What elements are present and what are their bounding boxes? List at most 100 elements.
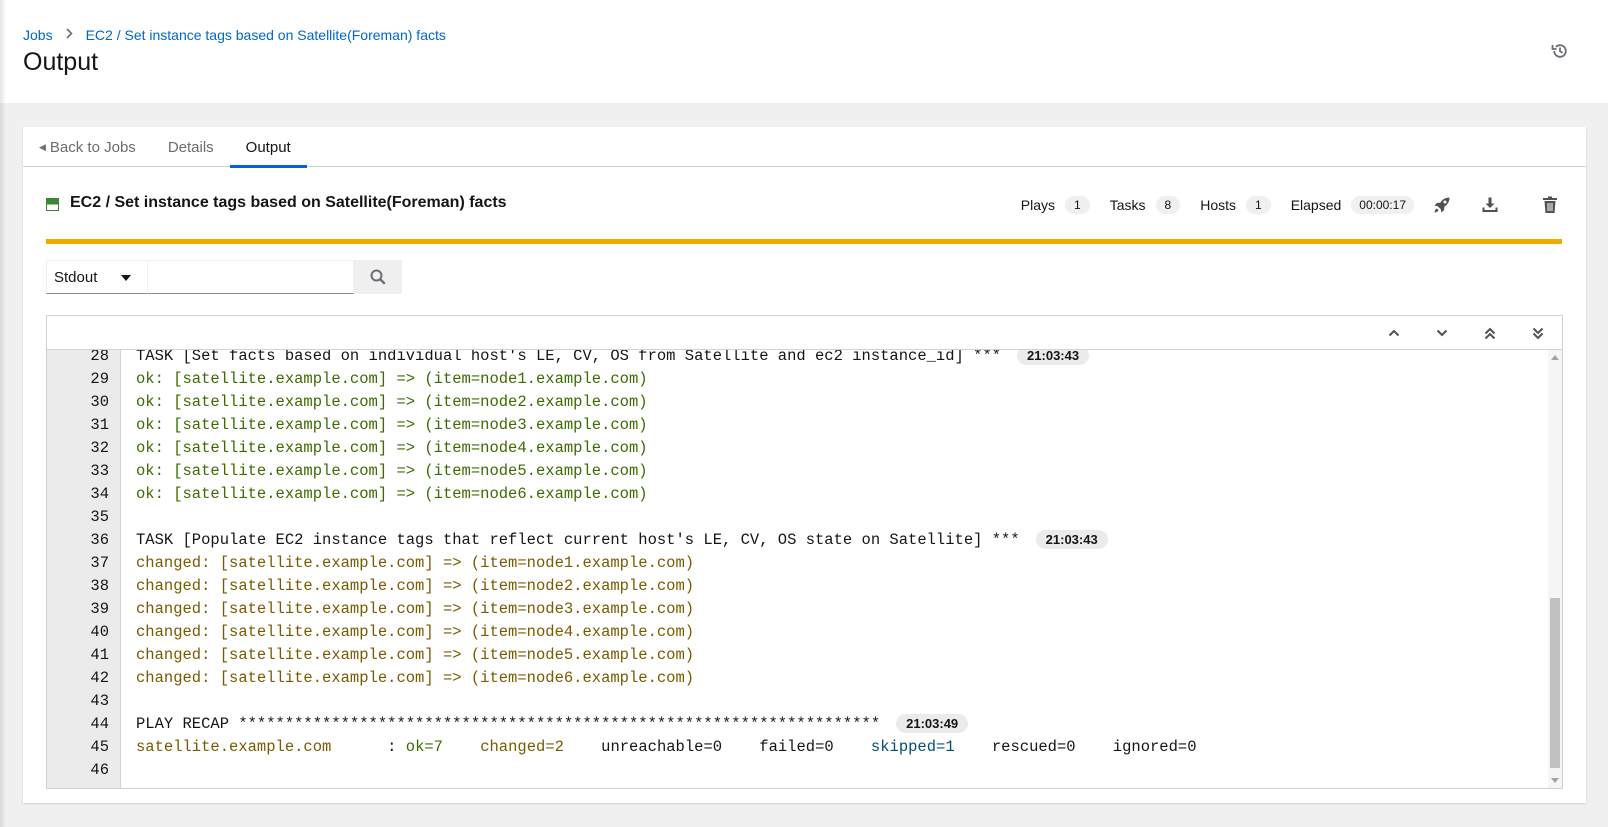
output-line: 39 changed: [satellite.example.com] => (i… <box>47 598 1547 621</box>
tab-bar: ◀ Back to Jobs Details Output <box>23 127 1586 168</box>
recap-skipped: skipped=1 <box>870 738 955 756</box>
plays-count-badge: 1 <box>1065 196 1090 214</box>
line-text: ok: [satellite.example.com] => (item=nod… <box>121 483 648 506</box>
search-input[interactable] <box>148 260 354 294</box>
ok-text: ok: [satellite.example.com] => (item=nod… <box>136 439 648 457</box>
line-number: 45 <box>90 738 109 756</box>
job-output: 28 TASK [Set facts based on individual ho… <box>46 315 1563 789</box>
output-line: 36 TASK [Populate EC2 instance tags that … <box>47 529 1547 552</box>
line-text: ok: [satellite.example.com] => (item=nod… <box>121 368 648 391</box>
angle-double-down-icon[interactable] <box>1514 316 1562 350</box>
output-line: 37 changed: [satellite.example.com] => (i… <box>47 552 1547 575</box>
angle-double-up-icon[interactable] <box>1466 316 1514 350</box>
output-line: 31 ok: [satellite.example.com] => (item=n… <box>47 414 1547 437</box>
line-number: 42 <box>90 669 109 687</box>
breadcrumb-separator-icon <box>66 28 73 42</box>
scroll-down-arrow-icon[interactable] <box>1551 778 1559 783</box>
output-filter: Stdout <box>46 260 402 294</box>
search-button[interactable] <box>354 260 402 294</box>
scrollbar-thumb[interactable] <box>1550 598 1560 768</box>
angle-down-icon[interactable] <box>1418 316 1466 350</box>
recap-ok: ok=7 <box>405 738 443 756</box>
tasks-label: Tasks <box>1109 197 1146 213</box>
line-number: 33 <box>90 462 109 480</box>
timestamp-badge: 21:03:43 <box>1017 350 1090 366</box>
tab-details[interactable]: Details <box>152 127 230 167</box>
line-text: satellite.example.com : ok=7 changed=2 u… <box>121 736 1197 759</box>
line-text: TASK [Populate EC2 instance tags that re… <box>121 529 1108 552</box>
task-text: TASK [Set facts based on individual host… <box>136 350 1002 365</box>
recap-rescued: rescued=0 <box>991 738 1076 756</box>
line-number: 36 <box>90 531 109 549</box>
changed-text: changed: [satellite.example.com] => (ite… <box>136 623 695 641</box>
line-number: 44 <box>90 715 109 733</box>
timestamp-badge: 21:03:49 <box>896 714 969 734</box>
output-line: 43 <box>47 690 1547 713</box>
output-toolbar <box>47 316 1562 350</box>
job-stats: Plays 1 Tasks 8 Hosts 1 Elapsed 00:00:17 <box>1021 190 1562 220</box>
line-number: 29 <box>90 370 109 388</box>
angle-up-icon[interactable] <box>1370 316 1418 350</box>
line-number: 38 <box>90 577 109 595</box>
output-line: 29 ok: [satellite.example.com] => (item=n… <box>47 368 1547 391</box>
line-number: 30 <box>90 393 109 411</box>
changed-text: changed: [satellite.example.com] => (ite… <box>136 554 695 572</box>
tasks-count-badge: 8 <box>1155 196 1181 214</box>
hosts-label: Hosts <box>1200 197 1236 213</box>
changed-text: changed: [satellite.example.com] => (ite… <box>136 646 695 664</box>
line-number: 35 <box>90 508 109 526</box>
download-icon[interactable] <box>1478 193 1502 217</box>
delete-trash-icon[interactable] <box>1538 193 1562 217</box>
stdout-select[interactable]: Stdout <box>46 260 148 294</box>
history-icon[interactable] <box>1548 39 1572 63</box>
tab-back-to-jobs[interactable]: ◀ Back to Jobs <box>23 127 152 167</box>
tab-output[interactable]: Output <box>229 127 307 168</box>
line-text <box>121 506 136 529</box>
search-icon <box>370 269 386 285</box>
line-number: 32 <box>90 439 109 457</box>
changed-text: changed: [satellite.example.com] => (ite… <box>136 577 695 595</box>
line-text: changed: [satellite.example.com] => (ite… <box>121 644 694 667</box>
line-text: TASK [Set facts based on individual host… <box>121 350 1090 368</box>
select-value: Stdout <box>54 268 98 286</box>
output-line: 33 ok: [satellite.example.com] => (item=n… <box>47 460 1547 483</box>
line-number: 41 <box>90 646 109 664</box>
job-progress-bar <box>46 239 1562 244</box>
line-number: 37 <box>90 554 109 572</box>
output-body: 28 TASK [Set facts based on individual ho… <box>47 350 1562 788</box>
scroll-up-arrow-icon[interactable] <box>1551 355 1559 360</box>
output-line: 32 ok: [satellite.example.com] => (item=n… <box>47 437 1547 460</box>
output-line: 40 changed: [satellite.example.com] => (i… <box>47 621 1547 644</box>
output-line: 42 changed: [satellite.example.com] => (i… <box>47 667 1547 690</box>
elapsed-label: Elapsed <box>1290 197 1342 213</box>
page-header: Jobs EC2 / Set instance tags based on Sa… <box>0 0 1608 103</box>
line-text: changed: [satellite.example.com] => (ite… <box>121 667 694 690</box>
output-line: 38 changed: [satellite.example.com] => (i… <box>47 575 1547 598</box>
output-line: 44 PLAY RECAP ***************************… <box>47 713 1547 736</box>
output-nav <box>1370 316 1562 350</box>
elapsed-time-badge: 00:00:17 <box>1351 196 1414 214</box>
relaunch-rocket-icon[interactable] <box>1430 193 1454 217</box>
output-line: 45 satellite.example.com : ok=7 changed=2… <box>47 736 1547 759</box>
changed-text: changed: [satellite.example.com] => (ite… <box>136 600 695 618</box>
page-title: Output <box>23 48 99 76</box>
line-text: changed: [satellite.example.com] => (ite… <box>121 552 694 575</box>
output-line: 41 changed: [satellite.example.com] => (i… <box>47 644 1547 667</box>
plays-label: Plays <box>1020 197 1056 213</box>
breadcrumb-job-link[interactable]: EC2 / Set instance tags based on Satelli… <box>86 27 446 43</box>
breadcrumb-jobs-link[interactable]: Jobs <box>23 27 53 43</box>
tab-label: Back to Jobs <box>49 138 136 156</box>
breadcrumb: Jobs EC2 / Set instance tags based on Sa… <box>23 27 446 43</box>
task-text: TASK [Populate EC2 instance tags that re… <box>136 531 1020 549</box>
output-scrollbar[interactable] <box>1548 350 1562 788</box>
job-header: EC2 / Set instance tags based on Satelli… <box>46 190 1562 220</box>
job-title: EC2 / Set instance tags based on Satelli… <box>70 194 507 211</box>
recap-unreachable: unreachable=0 <box>601 738 723 756</box>
line-text: PLAY RECAP *****************************… <box>121 713 969 736</box>
line-text: ok: [satellite.example.com] => (item=nod… <box>121 460 648 483</box>
output-lines: 28 TASK [Set facts based on individual ho… <box>47 350 1547 782</box>
recap-ignored: ignored=0 <box>1112 738 1197 756</box>
timestamp-badge: 21:03:43 <box>1035 530 1108 550</box>
changed-text: changed: [satellite.example.com] => (ite… <box>136 669 695 687</box>
job-card: ◀ Back to Jobs Details Output EC2 / Set … <box>23 127 1586 803</box>
